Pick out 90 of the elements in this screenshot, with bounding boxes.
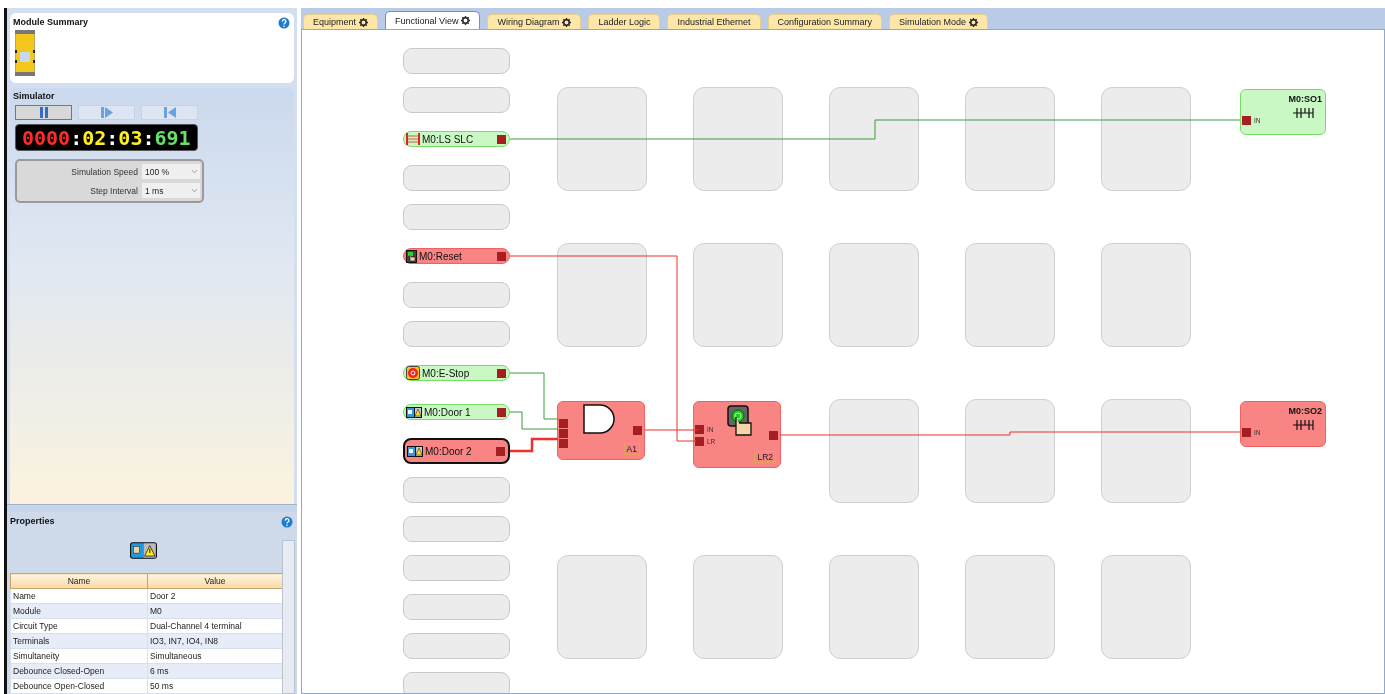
empty-block-slot[interactable]	[965, 87, 1055, 191]
splitter-handle[interactable]	[7, 504, 297, 512]
input-node[interactable]: M0:Reset	[403, 248, 510, 264]
timer-separator: :	[142, 125, 155, 150]
empty-input-slot[interactable]	[403, 87, 510, 113]
contact-icon	[1293, 106, 1317, 120]
input-node[interactable]: M0:Door 2	[403, 438, 510, 464]
empty-block-slot[interactable]	[1101, 87, 1191, 191]
panel-title: Properties	[10, 516, 55, 526]
tab[interactable]: Wiring Diagram	[487, 14, 582, 29]
block-label: A1	[623, 443, 640, 455]
pause-button[interactable]	[15, 105, 72, 120]
empty-block-slot[interactable]	[829, 555, 919, 659]
timer-digits: 0000	[22, 125, 71, 150]
input-port[interactable]	[1242, 428, 1251, 437]
empty-input-slot[interactable]	[403, 165, 510, 191]
setting-label: Simulation Speed	[71, 166, 138, 177]
emergency-stop-icon	[406, 366, 420, 380]
input-node[interactable]: M0:Door 1	[403, 404, 510, 420]
scrollbar[interactable]	[282, 540, 295, 694]
empty-input-slot[interactable]	[403, 633, 510, 659]
step-icon	[100, 107, 113, 118]
output-port[interactable]	[497, 407, 506, 417]
empty-block-slot[interactable]	[1101, 243, 1191, 347]
help-icon[interactable]	[281, 516, 293, 528]
door-switch-icon	[406, 406, 422, 418]
empty-input-slot[interactable]	[403, 321, 510, 347]
empty-block-slot[interactable]	[1101, 399, 1191, 503]
empty-block-slot[interactable]	[829, 87, 919, 191]
input-node[interactable]: M0:LS SLC	[403, 131, 510, 147]
tab[interactable]: Ladder Logic	[588, 14, 661, 29]
output-port[interactable]	[496, 446, 505, 456]
empty-block-slot[interactable]	[965, 243, 1055, 347]
restart-button[interactable]	[141, 105, 198, 120]
empty-input-slot[interactable]	[403, 594, 510, 620]
empty-block-slot[interactable]	[829, 399, 919, 503]
output-port[interactable]	[497, 251, 506, 261]
pause-icon	[38, 107, 49, 118]
timer-digits: 02	[82, 125, 107, 150]
empty-input-slot[interactable]	[403, 204, 510, 230]
help-icon[interactable]	[278, 17, 290, 29]
empty-block-slot[interactable]	[693, 555, 783, 659]
empty-input-slot[interactable]	[403, 672, 510, 693]
tab[interactable]: Configuration Summary	[767, 14, 883, 29]
column-header: Name	[10, 573, 148, 589]
and-gate-block[interactable]: A1	[557, 401, 645, 460]
safety-module-icon	[15, 30, 35, 76]
timer-separator: :	[106, 125, 119, 150]
output-port[interactable]	[497, 134, 506, 144]
column-header: Value	[147, 573, 283, 589]
timer-digits: 691	[154, 125, 191, 150]
hand-button-icon	[406, 249, 417, 263]
empty-block-slot[interactable]	[829, 243, 919, 347]
input-port[interactable]	[1242, 116, 1251, 125]
tab[interactable]: Equipment	[303, 14, 379, 29]
tab[interactable]: Industrial Ethernet	[667, 14, 761, 29]
timer-digits: 03	[118, 125, 143, 150]
chevron-icon	[192, 189, 197, 192]
output-title: M0:SO2	[1288, 406, 1322, 416]
block-label: LR2	[754, 451, 776, 463]
light-curtain-icon	[406, 133, 420, 145]
empty-input-slot[interactable]	[403, 516, 510, 542]
chevron-icon	[192, 170, 197, 173]
door-switch-icon	[407, 445, 423, 457]
input-node[interactable]: M0:E-Stop	[403, 365, 510, 381]
panel-title: Module Summary	[13, 17, 88, 27]
empty-block-slot[interactable]	[557, 87, 647, 191]
empty-input-slot[interactable]	[403, 282, 510, 308]
empty-block-slot[interactable]	[693, 243, 783, 347]
empty-block-slot[interactable]	[693, 87, 783, 191]
empty-block-slot[interactable]	[1101, 555, 1191, 659]
output-title: M0:SO1	[1288, 94, 1322, 104]
empty-input-slot[interactable]	[403, 48, 510, 74]
empty-block-slot[interactable]	[557, 555, 647, 659]
restart-icon	[163, 107, 176, 118]
empty-input-slot[interactable]	[403, 555, 510, 581]
timer-separator: :	[70, 125, 83, 150]
tab[interactable]: Simulation Mode	[889, 14, 989, 29]
step-button[interactable]	[78, 105, 135, 120]
empty-input-slot[interactable]	[403, 477, 510, 503]
setting-dropdown[interactable]: 1 ms	[142, 183, 200, 198]
empty-block-slot[interactable]	[557, 243, 647, 347]
empty-block-slot[interactable]	[965, 555, 1055, 659]
tab[interactable]: Functional View	[385, 11, 481, 29]
setting-dropdown[interactable]: 100 %	[142, 164, 200, 179]
panel-title: Simulator	[13, 91, 55, 101]
empty-block-slot[interactable]	[965, 399, 1055, 503]
setting-label: Step Interval	[90, 185, 138, 196]
contact-icon	[1293, 418, 1317, 432]
output-port[interactable]	[497, 368, 506, 378]
